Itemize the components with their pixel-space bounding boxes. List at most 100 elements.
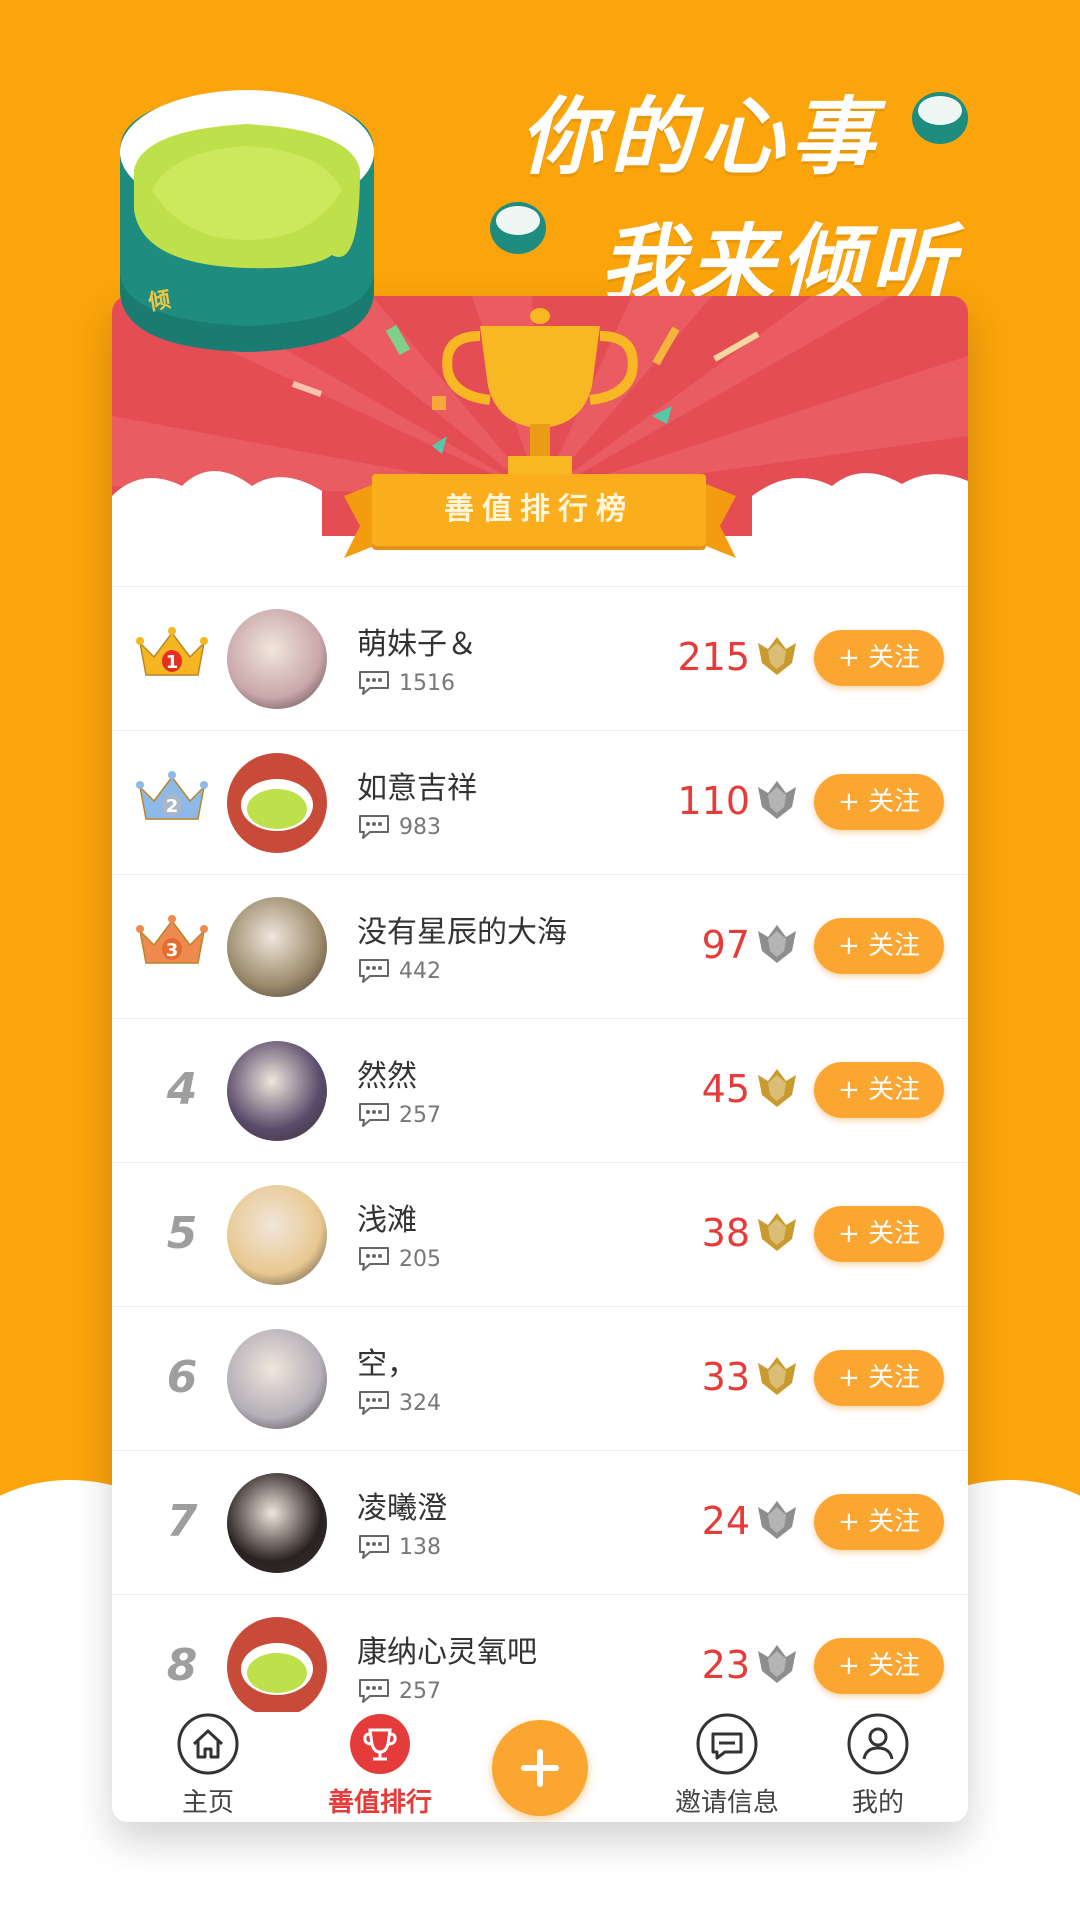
rank-number: 8 (166, 1640, 198, 1691)
comment-icon (359, 1391, 389, 1415)
trophy-icon (350, 1714, 410, 1774)
avatar[interactable] (227, 753, 327, 853)
comment-count-value: 324 (399, 1390, 441, 1416)
message-icon (696, 1713, 758, 1775)
rank-number: 4 (166, 1064, 198, 1115)
tab-me[interactable]: 我的 (818, 1712, 938, 1822)
avatar[interactable] (227, 897, 327, 997)
rank-medal-icon (758, 925, 796, 963)
plus-icon (521, 1749, 559, 1787)
rank-medal-icon (758, 1501, 796, 1539)
comment-count: 257 (357, 1101, 441, 1129)
follow-button[interactable]: + 关注 (814, 774, 944, 830)
avatar[interactable] (227, 1185, 327, 1285)
comment-icon (359, 959, 389, 983)
comment-count: 257 (357, 1677, 441, 1705)
rank-medal-icon (758, 781, 796, 819)
comment-count: 138 (357, 1533, 441, 1561)
slogan: 你的心事 我来倾听 (520, 70, 960, 318)
comment-count: 1516 (357, 669, 455, 697)
tab-invitations[interactable]: 邀请信息 (652, 1712, 802, 1822)
comment-count-value: 138 (399, 1534, 441, 1560)
tab-me-label: 我的 (851, 1788, 904, 1818)
user-name: 凌曦澄 (357, 1491, 447, 1526)
follow-button[interactable]: + 关注 (814, 630, 944, 686)
user-name: 浅滩 (357, 1203, 417, 1238)
ranking-row[interactable]: 4 然然 257 45 + 关注 (112, 1018, 968, 1162)
tab-home[interactable]: 主页 (148, 1712, 268, 1822)
follow-button[interactable]: + 关注 (814, 918, 944, 974)
avatar[interactable] (227, 1041, 327, 1141)
kindness-score: 33 (701, 1355, 750, 1399)
rank-crown-icon: 1 (136, 627, 208, 676)
small-bowl-icon (912, 92, 968, 144)
kindness-score: 110 (677, 779, 750, 823)
comment-icon (359, 1103, 389, 1127)
comment-count-value: 257 (399, 1678, 441, 1704)
rank-number: 2 (166, 796, 179, 817)
follow-button[interactable]: + 关注 (814, 1350, 944, 1406)
ranking-row[interactable]: 5 浅滩 205 38 + 关注 (112, 1162, 968, 1306)
comment-count: 324 (357, 1389, 441, 1417)
user-name: 如意吉祥 (357, 771, 477, 806)
slogan-line-1: 你的心事 (519, 88, 880, 186)
kindness-score: 23 (701, 1643, 750, 1687)
user-name: 没有星辰的大海 (357, 915, 567, 950)
avatar[interactable] (227, 1617, 327, 1717)
user-name: 然然 (357, 1059, 417, 1094)
user-name: 空， (357, 1347, 417, 1382)
ranking-list: 1 萌妹子＆ 1516 215 + 关注 2 如意吉祥 983 110 + 关注… (112, 586, 968, 1738)
rank-number: 1 (166, 652, 179, 673)
kindness-score: 97 (701, 923, 750, 967)
tab-ranking-label: 善值排行 (327, 1788, 432, 1818)
small-bowl-icon (490, 202, 546, 254)
rank-medal-icon (758, 1069, 796, 1107)
comment-count-value: 205 (399, 1246, 441, 1272)
ranking-title: 善值排行榜 (372, 474, 706, 546)
follow-button[interactable]: + 关注 (814, 1494, 944, 1550)
rank-medal-icon (758, 637, 796, 675)
comment-count: 442 (357, 957, 441, 985)
ranking-row[interactable]: 7 凌曦澄 138 24 + 关注 (112, 1450, 968, 1594)
kindness-score: 215 (677, 635, 750, 679)
comment-count: 983 (357, 813, 441, 841)
user-name: 萌妹子＆ (357, 627, 477, 662)
ranking-row[interactable]: 6 空， 324 33 + 关注 (112, 1306, 968, 1450)
follow-button[interactable]: + 关注 (814, 1206, 944, 1262)
rank-crown-icon: 3 (136, 915, 208, 964)
kindness-score: 45 (701, 1067, 750, 1111)
follow-button[interactable]: + 关注 (814, 1062, 944, 1118)
follow-button[interactable]: + 关注 (814, 1638, 944, 1694)
ranking-row[interactable]: 2 如意吉祥 983 110 + 关注 (112, 730, 968, 874)
kindness-score: 24 (701, 1499, 750, 1543)
comment-count: 205 (357, 1245, 441, 1273)
avatar[interactable] (227, 1329, 327, 1429)
comment-count-value: 1516 (399, 670, 455, 696)
bottom-tab-bar: 主页 善值排行 邀请信息 我的 (112, 1712, 968, 1822)
user-name: 康纳心灵氧吧 (357, 1635, 537, 1670)
comment-icon (359, 671, 389, 695)
rank-number: 5 (166, 1208, 198, 1259)
comment-count-value: 442 (399, 958, 441, 984)
ranking-row[interactable]: 3 没有星辰的大海 442 97 + 关注 (112, 874, 968, 1018)
rank-crown-icon: 2 (136, 771, 208, 820)
comment-count-value: 983 (399, 814, 441, 840)
ranking-row[interactable]: 1 萌妹子＆ 1516 215 + 关注 (112, 586, 968, 730)
tab-ranking[interactable]: 善值排行 (320, 1712, 440, 1822)
avatar[interactable] (227, 1473, 327, 1573)
avatar[interactable] (227, 609, 327, 709)
rank-number: 3 (166, 940, 179, 961)
comment-icon (359, 1535, 389, 1559)
rank-medal-icon (758, 1645, 796, 1683)
app-logo-cup-icon: 倾 (120, 90, 374, 352)
comment-count-value: 257 (399, 1102, 441, 1128)
home-icon (177, 1713, 239, 1775)
svg-text:倾: 倾 (146, 287, 173, 316)
rank-number: 6 (166, 1352, 198, 1403)
ranking-card: 善值排行榜 1 萌妹子＆ 1516 215 + 关注 2 如意吉祥 983 11… (112, 296, 968, 1822)
add-post-button[interactable] (492, 1720, 588, 1816)
tab-invitations-label: 邀请信息 (674, 1788, 779, 1818)
rank-number: 7 (166, 1496, 198, 1547)
comment-icon (359, 815, 389, 839)
comment-icon (359, 1679, 389, 1703)
